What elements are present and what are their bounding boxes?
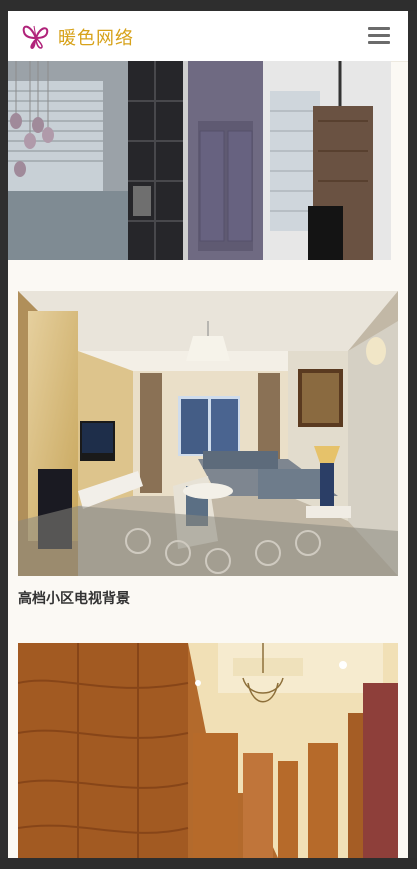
window-frame-bottom [0, 858, 417, 869]
gallery-item-title[interactable]: 高档小区电视背景 [18, 588, 398, 608]
brand-name[interactable]: 暖色网络 [58, 24, 134, 50]
hero-image[interactable] [8, 61, 391, 260]
page-viewport: 暖色网络 高档小区电视背景 [8, 11, 408, 858]
window-frame-left [0, 11, 8, 858]
hallway-image[interactable] [18, 643, 398, 858]
site-header: 暖色网络 [8, 11, 408, 62]
gallery-card[interactable] [18, 643, 398, 858]
living-room-image[interactable] [18, 291, 398, 576]
butterfly-icon[interactable] [20, 20, 52, 52]
window-frame-right [408, 11, 417, 858]
hamburger-menu-icon[interactable] [368, 27, 390, 45]
gallery-card[interactable]: 高档小区电视背景 [18, 291, 398, 608]
window-frame-top [0, 0, 417, 11]
